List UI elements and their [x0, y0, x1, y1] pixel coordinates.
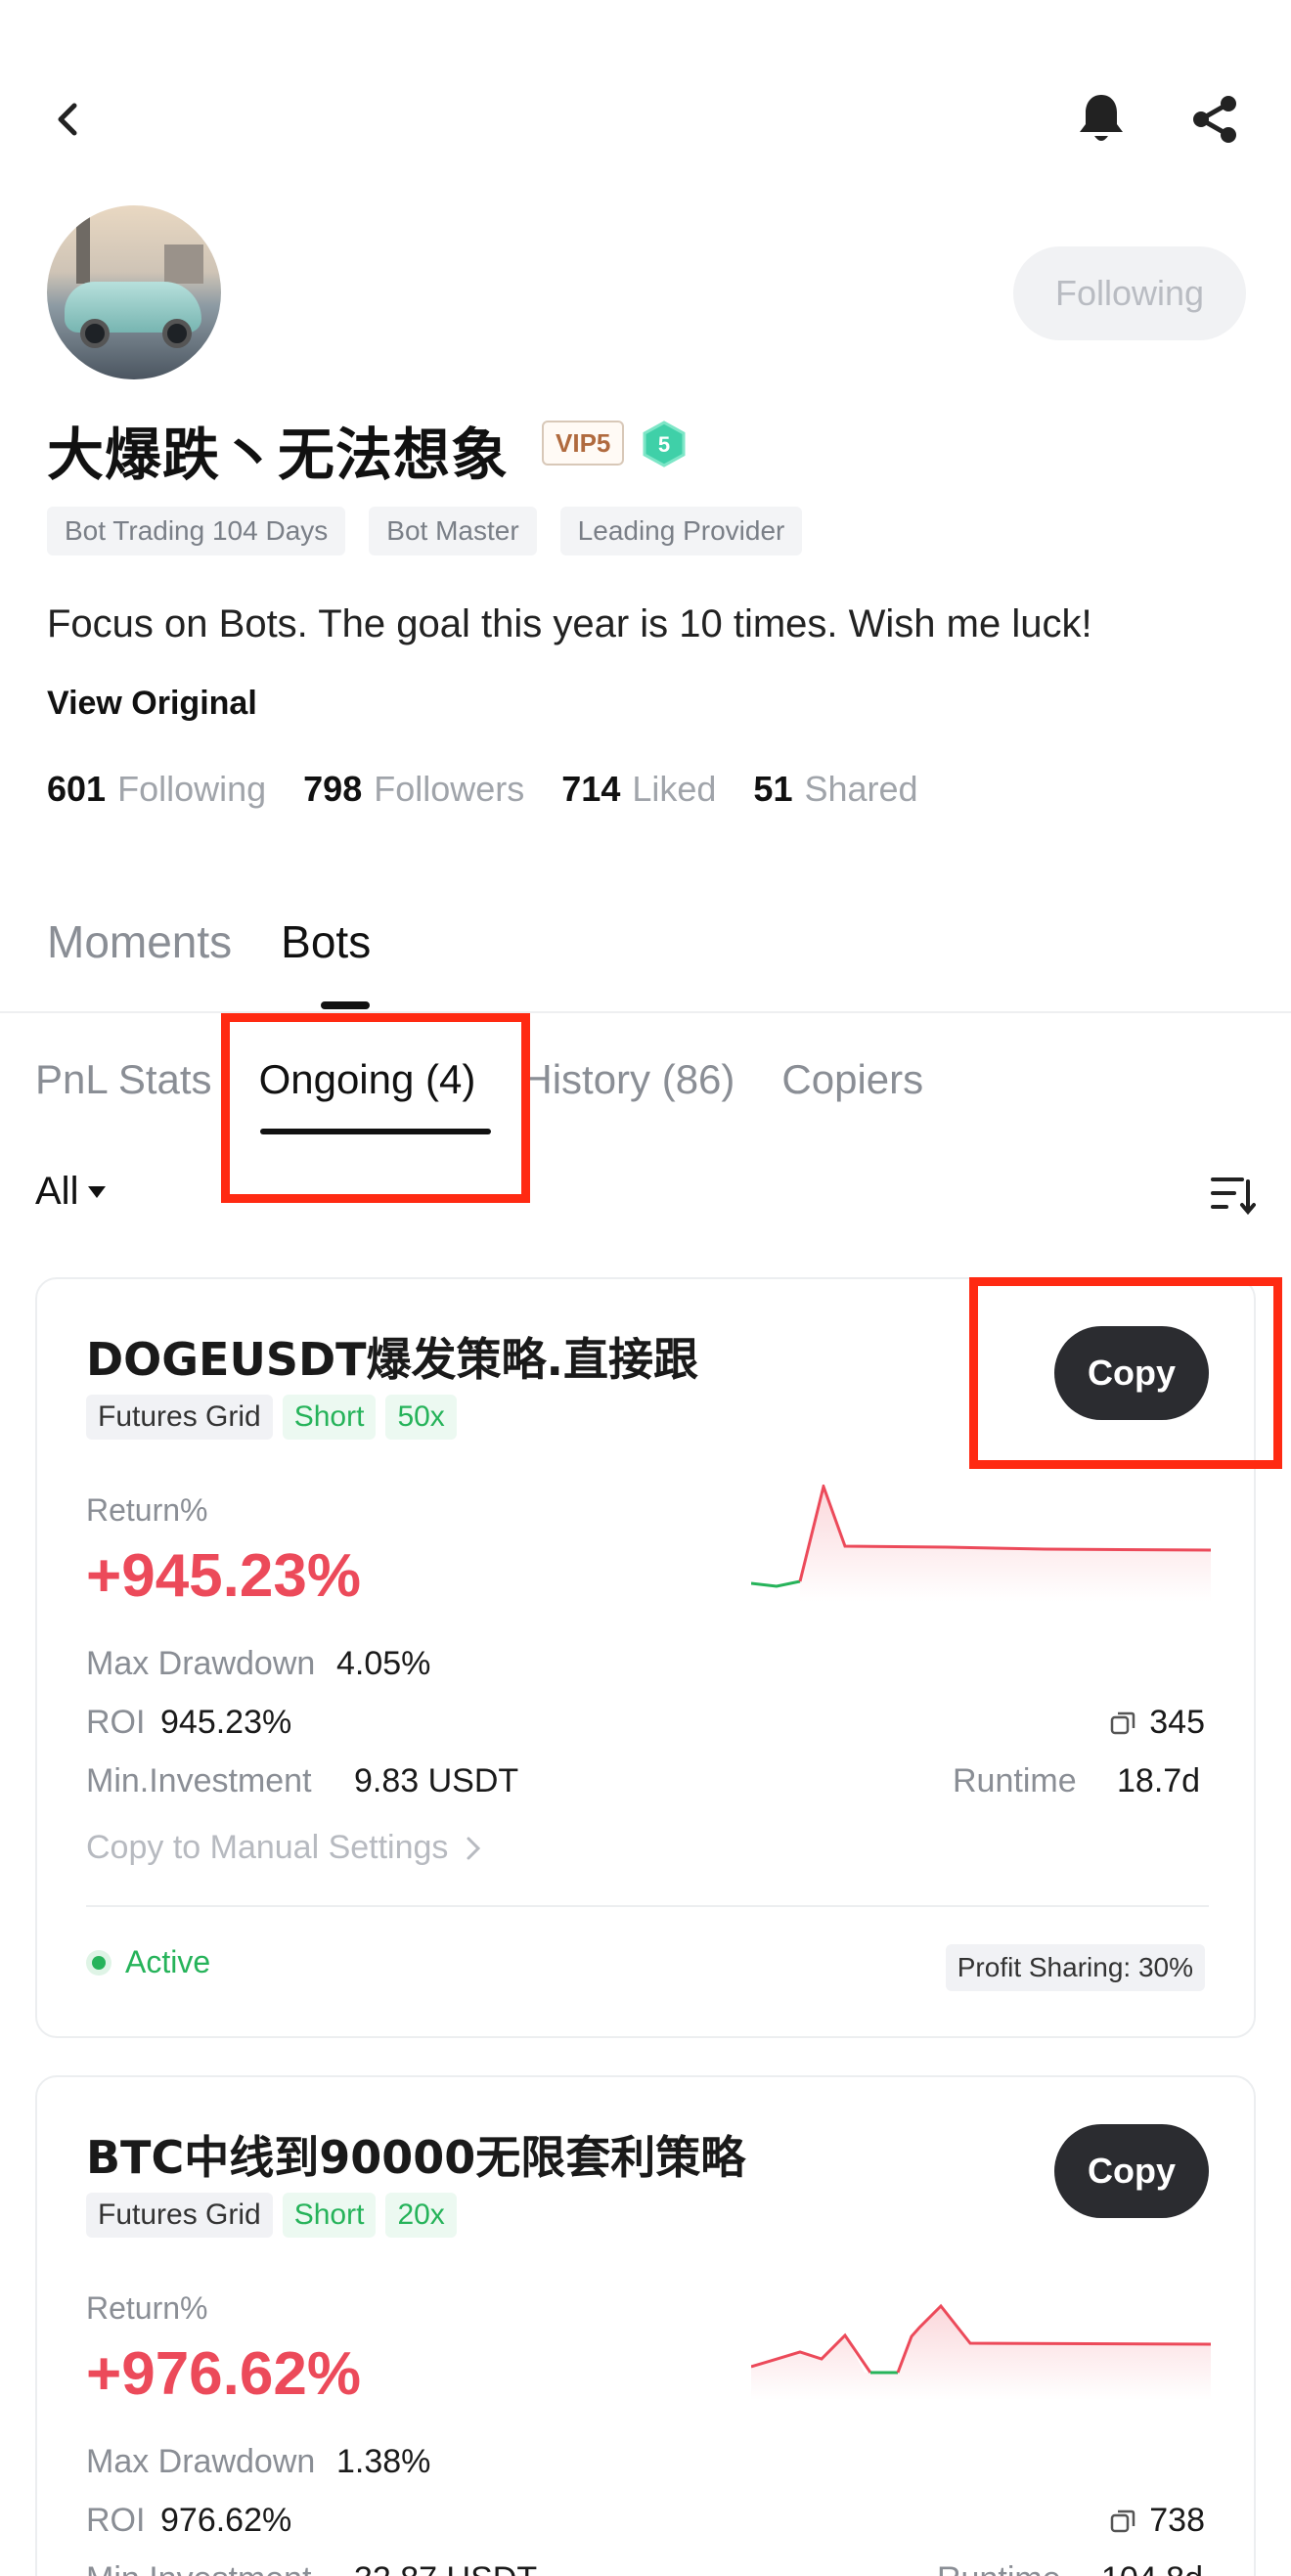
sort-button[interactable]: [1209, 1172, 1256, 1219]
tag-direction: Short: [282, 2193, 377, 2238]
vip-badge: VIP5: [542, 421, 625, 466]
tag-strategy-type: Futures Grid: [86, 2193, 273, 2238]
status-badge: Active: [86, 1944, 210, 1980]
roi-value: 945.23%: [160, 1704, 292, 1741]
highlight-box-ongoing: [221, 1013, 530, 1203]
username: 大爆跌丶无法想象: [47, 422, 510, 488]
highlight-box-copy: [969, 1277, 1282, 1469]
followers-label[interactable]: Followers: [374, 769, 524, 810]
return-label: Return%: [86, 2290, 208, 2326]
card-divider: [86, 1905, 1209, 1907]
roi-value: 976.62%: [160, 2502, 292, 2539]
bio-text: Focus on Bots. The goal this year is 10 …: [47, 602, 1092, 645]
copy-icon: [1111, 1711, 1135, 1734]
following-button[interactable]: Following: [1013, 246, 1246, 340]
tag-leverage: 50x: [385, 1395, 457, 1440]
return-value: +945.23%: [86, 1542, 361, 1610]
copy-count-value: 345: [1149, 1704, 1205, 1741]
runtime-value: 18.7d: [1117, 1762, 1201, 1799]
liked-label: Liked: [632, 769, 717, 809]
bot-tags: Futures Grid Short 20x: [86, 2193, 457, 2238]
view-original-link[interactable]: View Original: [47, 685, 257, 723]
return-sparkline: [751, 2303, 1211, 2400]
copy-count: 738: [1108, 2502, 1205, 2540]
share-icon: [1193, 96, 1236, 143]
tag-bot-master: Bot Master: [369, 507, 537, 555]
avatar[interactable]: [47, 205, 221, 379]
shared-count: 51: [753, 769, 793, 809]
bot-title: BTC中线到90000无限套利策略: [86, 2131, 746, 2184]
tag-leading-provider: Leading Provider: [559, 507, 803, 555]
caret-down-icon: [88, 1185, 107, 1198]
status-dot-icon: [86, 1949, 111, 1976]
tag-leverage: 20x: [385, 2193, 457, 2238]
bot-tags: Futures Grid Short 50x: [86, 1395, 457, 1440]
tab-bots[interactable]: Bots: [281, 915, 371, 968]
shared-label: Shared: [804, 769, 918, 809]
tag-strategy-type: Futures Grid: [86, 1395, 273, 1440]
max-drawdown-label: Max Drawdown: [86, 2443, 316, 2480]
tab-moments[interactable]: Moments: [47, 915, 232, 968]
bot-card[interactable]: BTC中线到90000无限套利策略 Copy Futures Grid Shor…: [35, 2075, 1256, 2576]
profit-sharing-badge: Profit Sharing: 30%: [945, 1944, 1205, 1991]
chevron-left-icon: [58, 103, 77, 136]
tag-trading-days: Bot Trading 104 Days: [47, 507, 346, 555]
max-drawdown-value: 1.38%: [336, 2443, 431, 2480]
tag-direction: Short: [282, 1395, 377, 1440]
tab-copiers[interactable]: Copiers: [781, 1056, 923, 1103]
copy-icon: [1111, 2509, 1135, 2532]
max-drawdown-value: 4.05%: [336, 1645, 431, 1682]
return-sparkline: [751, 1485, 1211, 1602]
tab-pnl-stats[interactable]: PnL Stats: [35, 1056, 212, 1103]
notification-bell-button[interactable]: [1068, 86, 1135, 153]
profile-stats: 601 Following 798 Followers 714 Liked 51…: [47, 769, 956, 810]
roi-label: ROI: [86, 2502, 146, 2539]
return-value: +976.62%: [86, 2340, 361, 2408]
following-label[interactable]: Following: [117, 769, 266, 810]
roi-label: ROI: [86, 1704, 146, 1741]
back-button[interactable]: [39, 90, 98, 149]
bot-title: DOGEUSDT爆发策略.直接跟: [86, 1333, 698, 1386]
max-drawdown-label: Max Drawdown: [86, 1645, 316, 1682]
bell-icon: [1080, 95, 1123, 141]
followers-count[interactable]: 798: [303, 769, 362, 810]
copy-count-value: 738: [1149, 2502, 1205, 2539]
filter-label: All: [35, 1170, 79, 1213]
runtime-label: Runtime: [937, 2560, 1061, 2576]
tab-history[interactable]: History (86): [522, 1056, 735, 1103]
filter-dropdown[interactable]: All: [35, 1170, 107, 1214]
main-tabs: Moments Bots: [47, 915, 371, 968]
min-investment-value: 32.87 USDT: [354, 2560, 537, 2576]
sort-icon: [1211, 1177, 1256, 1216]
share-button[interactable]: [1181, 86, 1248, 153]
hexagon-level-icon: 5: [643, 421, 686, 467]
following-count[interactable]: 601: [47, 769, 106, 810]
level-number: 5: [658, 432, 670, 457]
copy-button[interactable]: Copy: [1054, 2124, 1209, 2218]
main-tab-indicator: [321, 1001, 370, 1009]
liked-count: 714: [561, 769, 621, 809]
min-investment-value: 9.83 USDT: [354, 1762, 519, 1799]
min-investment-label: Min.Investment: [86, 1762, 312, 1799]
runtime-value: 104.8d: [1101, 2560, 1203, 2576]
manual-settings-label: Copy to Manual Settings: [86, 1829, 449, 1866]
min-investment-label: Min.Investment: [86, 2560, 312, 2576]
status-text: Active: [125, 1944, 211, 1979]
chevron-right-icon: [467, 1837, 481, 1859]
return-label: Return%: [86, 1492, 208, 1528]
copy-count: 345: [1108, 1704, 1205, 1742]
runtime-label: Runtime: [953, 1762, 1077, 1799]
level-badge: 5: [642, 421, 687, 467]
tabs-divider: [0, 1011, 1291, 1013]
profile-tags: Bot Trading 104 Days Bot Master Leading …: [47, 507, 803, 555]
copy-to-manual-settings-link[interactable]: Copy to Manual Settings: [86, 1829, 481, 1867]
